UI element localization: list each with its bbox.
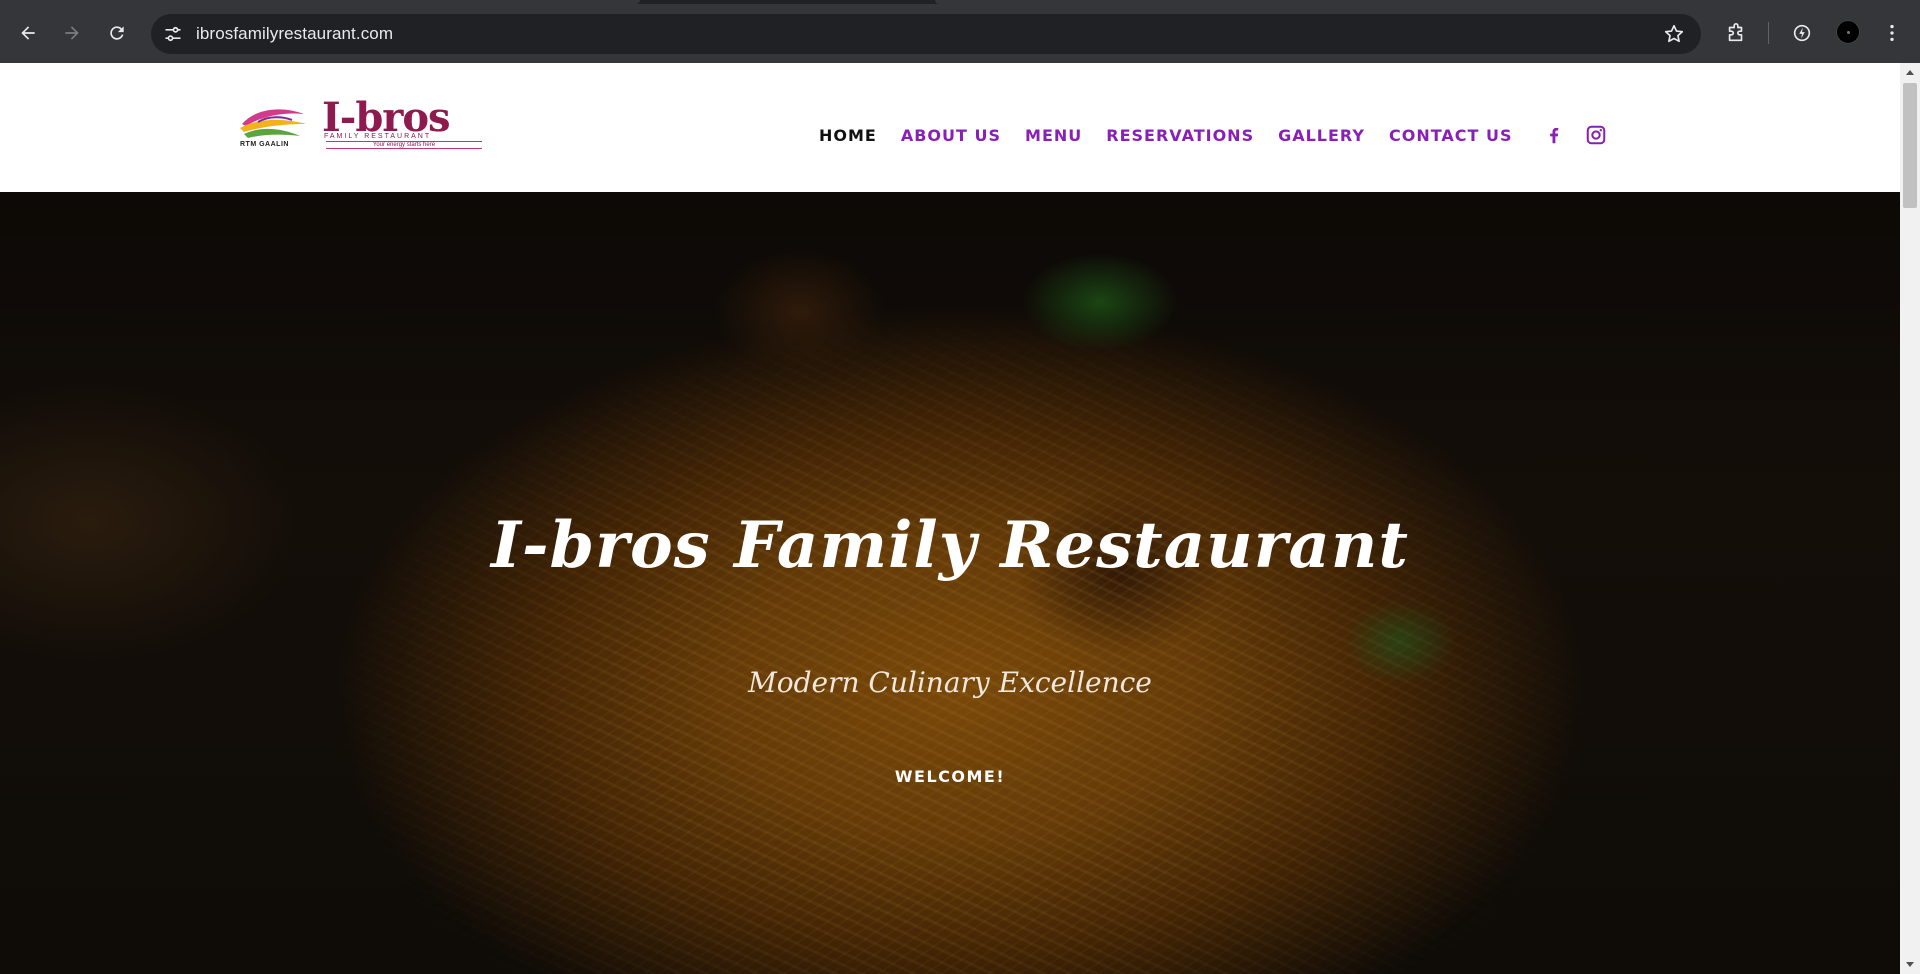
main-nav: HOME ABOUT US MENU RESERVATIONS GALLERY … (819, 124, 1627, 146)
scroll-thumb[interactable] (1903, 83, 1917, 208)
page-scrollbar[interactable] (1900, 63, 1920, 974)
hero-title: I-bros Family Restaurant (491, 508, 1409, 583)
nav-about-us[interactable]: ABOUT US (901, 126, 1001, 145)
back-arrow-icon[interactable] (12, 17, 44, 49)
logo-tagline: Your energy starts here (326, 141, 482, 149)
speed-icon[interactable] (1789, 20, 1815, 46)
kebab-menu-icon[interactable] (1879, 20, 1905, 46)
nav-reservations[interactable]: RESERVATIONS (1106, 126, 1254, 145)
welcome-button[interactable]: WELCOME! (870, 762, 1030, 792)
scroll-up-arrow-icon[interactable] (1906, 70, 1914, 75)
browser-toolbar: ibrosfamilyrestaurant.com (0, 0, 1920, 63)
web-page: RTM GAALIN I-bros FAMILY RESTAURANT Your… (0, 63, 1900, 974)
logo-swoosh-icon (240, 109, 306, 138)
nav-menu[interactable]: MENU (1025, 126, 1082, 145)
scroll-down-arrow-icon[interactable] (1906, 962, 1914, 967)
site-header: RTM GAALIN I-bros FAMILY RESTAURANT Your… (0, 63, 1900, 192)
hero-overlay (0, 192, 1900, 974)
tune-icon[interactable] (163, 24, 183, 44)
star-icon[interactable] (1663, 23, 1685, 45)
nav-contact-us[interactable]: CONTACT US (1389, 126, 1513, 145)
toolbar-divider (1768, 22, 1769, 44)
logo-brand-mark: RTM GAALIN (240, 141, 289, 148)
puzzle-icon[interactable] (1723, 20, 1749, 46)
tab-strip (0, 0, 1920, 4)
forward-arrow-icon[interactable] (56, 17, 88, 49)
social-links (1543, 124, 1627, 146)
reload-icon[interactable] (101, 17, 133, 49)
nav-gallery[interactable]: GALLERY (1278, 126, 1365, 145)
address-bar[interactable]: ibrosfamilyrestaurant.com (151, 14, 1701, 54)
instagram-icon[interactable] (1585, 124, 1607, 146)
url-text[interactable]: ibrosfamilyrestaurant.com (196, 24, 393, 44)
facebook-icon[interactable] (1543, 124, 1565, 146)
logo-subtitle: FAMILY RESTAURANT (324, 133, 432, 140)
hero-subtitle: Modern Culinary Excellence (748, 666, 1152, 699)
site-logo[interactable]: RTM GAALIN I-bros FAMILY RESTAURANT Your… (238, 94, 488, 154)
profile-avatar[interactable] (1836, 20, 1860, 44)
hero-section: I-bros Family Restaurant Modern Culinary… (0, 192, 1900, 974)
nav-home[interactable]: HOME (819, 126, 877, 145)
